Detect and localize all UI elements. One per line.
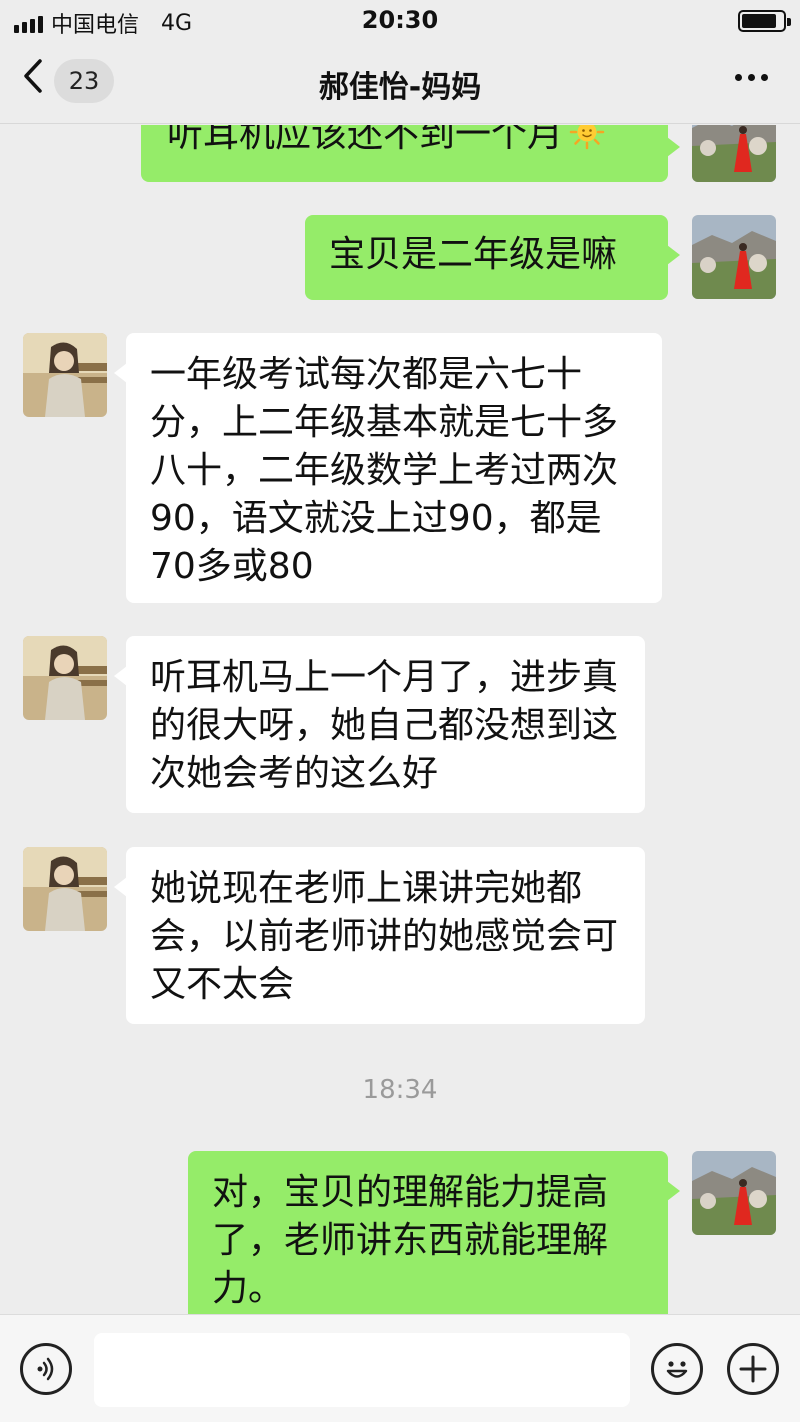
my-avatar[interactable]: [692, 1151, 776, 1235]
my-avatar[interactable]: [692, 215, 776, 299]
message-timestamp: 18:34: [362, 1075, 438, 1105]
more-dots-icon[interactable]: [735, 74, 742, 81]
my-message-bubble[interactable]: 宝贝是二年级是嘛: [305, 215, 680, 300]
message-list[interactable]: 听耳机应该还不到一个月 宝贝是二年级是嘛 一年级考试每次都是六七十分，上二年级基…: [0, 125, 800, 1315]
message-input[interactable]: [94, 1333, 630, 1407]
contact-message-bubble[interactable]: 听耳机马上一个月了，进步真的很大呀，她自己都没想到这次她会考的这么好: [114, 636, 645, 813]
status-time: 20:30: [361, 6, 439, 34]
contact-avatar[interactable]: [23, 636, 107, 720]
message-text: 她说现在老师上课讲完她都会，以前老师讲的她感觉会可又不太会: [150, 868, 619, 1005]
plus-button[interactable]: [727, 1343, 779, 1395]
chat-header: 23 郝佳怡-妈妈: [0, 40, 800, 124]
voice-button[interactable]: [20, 1343, 72, 1395]
my-message-bubble[interactable]: 听耳机应该还不到一个月: [141, 125, 680, 182]
message-text: 一年级考试每次都是六七十分，上二年级基本就是七十多八十，二年级数学上考过两次90…: [150, 354, 619, 587]
emoji-button[interactable]: [651, 1343, 703, 1395]
contact-avatar[interactable]: [23, 333, 107, 417]
message-text: 听耳机马上一个月了，进步真的很大呀，她自己都没想到这次她会考的这么好: [150, 657, 619, 794]
plus-icon[interactable]: [738, 1354, 768, 1384]
contact-avatar[interactable]: [23, 847, 107, 931]
message-text: 对，宝贝的理解能力提高了，老师讲东西就能理解力。: [212, 1172, 609, 1309]
chat-title: 郝佳怡-妈妈: [318, 70, 482, 105]
emoji-icon[interactable]: [660, 1352, 694, 1386]
message-text: 宝贝是二年级是嘛: [329, 234, 618, 275]
contact-message-bubble[interactable]: 一年级考试每次都是六七十分，上二年级基本就是七十多八十，二年级数学上考过两次90…: [114, 333, 662, 603]
battery-fill: [742, 14, 776, 28]
voice-icon[interactable]: [31, 1354, 61, 1384]
input-bar: [0, 1314, 800, 1422]
my-message-bubble[interactable]: 对，宝贝的理解能力提高了，老师讲东西就能理解力。: [188, 1151, 680, 1315]
message-text: 听耳机应该还不到一个月: [167, 125, 564, 155]
status-bar: 中国电信 4G 20:30: [0, 0, 800, 40]
contact-message-bubble[interactable]: 她说现在老师上课讲完她都会，以前老师讲的她感觉会可又不太会: [114, 847, 645, 1024]
my-avatar[interactable]: [692, 125, 776, 182]
sun-emoji-icon: [569, 125, 605, 150]
more-options-button[interactable]: [735, 74, 768, 81]
battery-icon: [738, 10, 791, 32]
